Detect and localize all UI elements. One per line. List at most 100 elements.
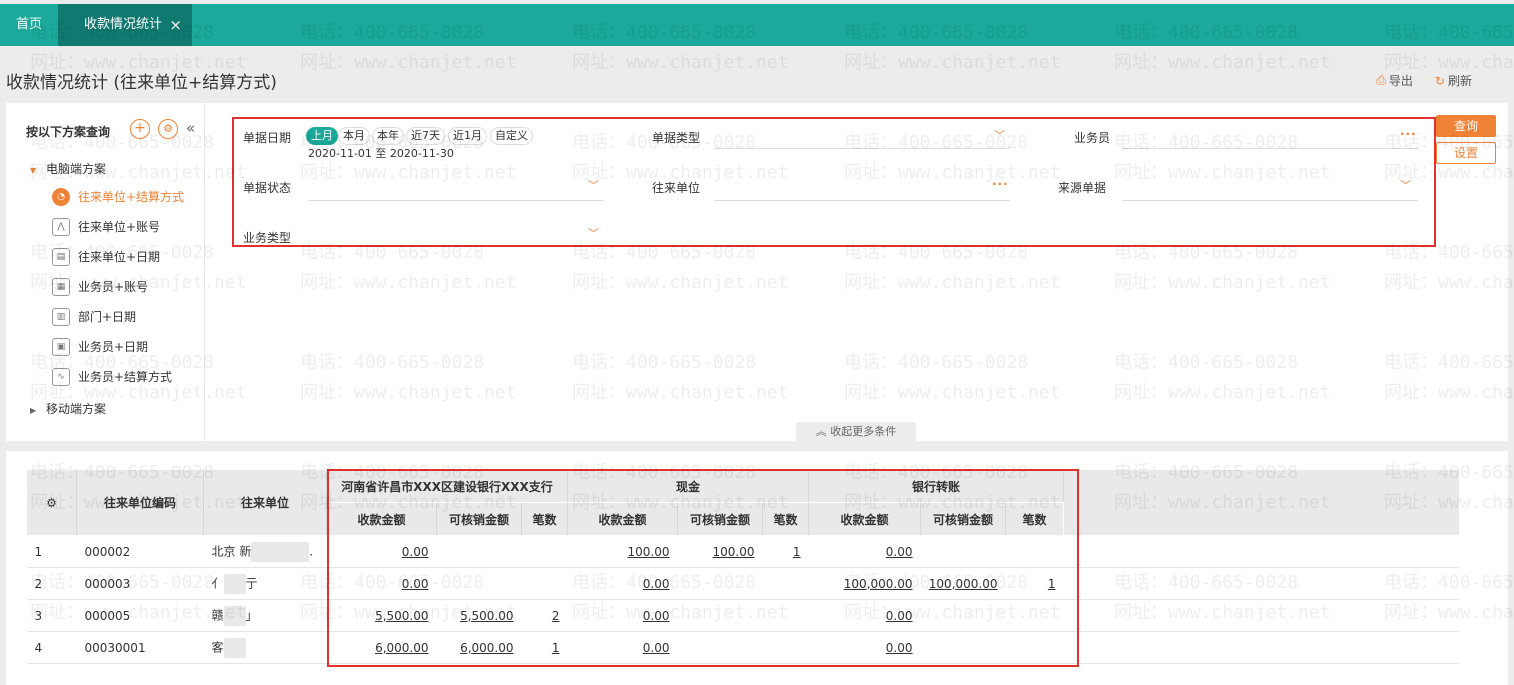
chip-this-month[interactable]: 本月 (338, 127, 370, 145)
value-link[interactable]: 2 (552, 609, 560, 623)
bar-chart-icon: ▥ (52, 308, 70, 326)
chevron-down-icon[interactable]: ﹀ (588, 177, 599, 193)
value-link[interactable]: 0.00 (643, 609, 670, 623)
value-cell: 1 (762, 535, 809, 568)
tree-group-mobile[interactable]: ▶ 移动端方案 (30, 400, 106, 417)
row-index: 2 (26, 567, 77, 600)
partner-name: 客 (211, 640, 224, 654)
header-code[interactable]: 往来单位编码 (76, 469, 204, 536)
doc-type-select[interactable] (714, 129, 1010, 149)
value-link[interactable]: 6,000.00 (460, 641, 513, 655)
export-button[interactable]: ⎙ 导出 (1376, 72, 1413, 89)
header-amount[interactable]: 收款金额 (567, 502, 678, 536)
scheme-settings-icon[interactable]: ⚙ (158, 119, 178, 139)
value-cell: 6,000.00 (436, 631, 522, 664)
partner-name-suffix: 亍 (245, 576, 258, 590)
tab-receipt-stats[interactable]: 收款情况统计 × (58, 4, 192, 46)
value-cell (920, 535, 1006, 568)
more-icon[interactable]: ··· (992, 177, 1009, 191)
table-row[interactable]: 4 00030001 客 6,000.00 6,000.00 1 0.00 0.00 (26, 631, 1459, 664)
scheme-item-salesperson-account[interactable]: ▦ 业务员+账号 (52, 276, 148, 298)
chip-last-1-month[interactable]: 近1月 (448, 127, 487, 145)
chip-custom[interactable]: 自定义 (490, 127, 533, 145)
doc-status-select[interactable] (308, 181, 604, 201)
partner-input[interactable] (714, 181, 1010, 201)
value-link[interactable]: 0.00 (402, 545, 429, 559)
value-link[interactable]: 0.00 (886, 641, 913, 655)
column-settings-header[interactable]: ⚙ (26, 469, 77, 536)
partner-name-cell: 赣」 (203, 599, 327, 632)
value-link[interactable]: 100,000.00 (844, 577, 913, 591)
header-count[interactable]: 笔数 (521, 502, 568, 536)
value-cell (762, 567, 809, 600)
scheme-item-salesperson-date[interactable]: ▣ 业务员+日期 (52, 336, 148, 358)
value-link[interactable]: 1 (793, 545, 801, 559)
value-link[interactable]: 1 (552, 641, 560, 655)
value-link[interactable]: 0.00 (886, 609, 913, 623)
value-link[interactable]: 100,000.00 (929, 577, 998, 591)
value-link[interactable]: 1 (1048, 577, 1056, 591)
query-button[interactable]: 查询 (1436, 115, 1496, 137)
chip-last-month[interactable]: 上月 (306, 127, 338, 145)
chevron-down-icon[interactable]: ﹀ (1400, 177, 1411, 193)
header-writeoff[interactable]: 可核销金额 (436, 502, 522, 536)
scheme-item-label: 业务员+结算方式 (78, 370, 173, 384)
refresh-button[interactable]: ↻ 刷新 (1435, 72, 1472, 89)
calendar-icon: ▤ (52, 248, 70, 266)
value-link[interactable]: 100.00 (628, 545, 670, 559)
header-count[interactable]: 笔数 (762, 502, 809, 536)
filler-cell (1063, 631, 1459, 664)
salesperson-input[interactable] (1122, 129, 1418, 149)
biz-type-label: 业务类型 (243, 231, 292, 245)
header-count[interactable]: 笔数 (1005, 502, 1064, 536)
header-group-cash: 现金 (567, 469, 809, 503)
more-icon[interactable]: ··· (1400, 127, 1417, 141)
value-cell: 1 (1005, 567, 1064, 600)
settings-button[interactable]: 设置 (1436, 142, 1496, 164)
chevron-down-icon[interactable]: ﹀ (994, 127, 1005, 143)
scheme-item-label: 部门+日期 (78, 310, 137, 324)
collapse-more-conditions[interactable]: ︽ 收起更多条件 (796, 422, 916, 441)
value-link[interactable]: 100.00 (713, 545, 755, 559)
header-name[interactable]: 往来单位 (203, 469, 327, 536)
close-icon[interactable]: × (169, 4, 182, 46)
result-table: ⚙ 往来单位编码 往来单位 河南省许昌市XXX区建设银行XXX支行 现金 银行转… (26, 469, 1459, 664)
scheme-item-partner-account[interactable]: ⋀ 往来单位+账号 (52, 216, 160, 238)
value-link[interactable]: 0.00 (886, 545, 913, 559)
value-link[interactable]: 0.00 (402, 577, 429, 591)
tab-home[interactable]: 首页 (0, 4, 58, 46)
watermark-site: 网址：www.chanjet.net (300, 52, 517, 73)
add-scheme-icon[interactable]: + (130, 119, 150, 139)
partner-code: 00030001 (76, 631, 204, 664)
refresh-label: 刷新 (1447, 74, 1472, 88)
value-link[interactable]: 0.00 (643, 641, 670, 655)
value-cell: 0.00 (808, 631, 921, 664)
scheme-item-dept-date[interactable]: ▥ 部门+日期 (52, 306, 136, 328)
scheme-item-partner-date[interactable]: ▤ 往来单位+日期 (52, 246, 160, 268)
header-amount[interactable]: 收款金额 (808, 502, 921, 536)
table-row[interactable]: 2 000003 亻亍 0.00 0.00 100,000.00 100,000.00 1 (26, 567, 1459, 600)
header-writeoff[interactable]: 可核销金额 (920, 502, 1006, 536)
value-link[interactable]: 6,000.00 (375, 641, 428, 655)
chip-this-year[interactable]: 本年 (372, 127, 404, 145)
gear-icon[interactable]: ⚙ (46, 496, 57, 510)
value-cell (436, 535, 522, 568)
table-row[interactable]: 1 000002 北京 新. 0.00 100.00 100.00 1 0.00 (26, 535, 1459, 568)
source-doc-select[interactable] (1122, 181, 1418, 201)
filter-panel: 按以下方案查询 + ⚙ « ▼ 电脑端方案 ◔ 往来单位+结算方式 ⋀ 往来单位+账号… (6, 103, 1508, 441)
scheme-item-partner-settlement[interactable]: ◔ 往来单位+结算方式 (52, 186, 184, 208)
value-link[interactable]: 0.00 (643, 577, 670, 591)
collapse-sidebar-icon[interactable]: « (186, 119, 195, 137)
filler-cell (1063, 567, 1459, 600)
chevron-down-icon[interactable]: ﹀ (588, 225, 599, 241)
scheme-item-salesperson-settlement[interactable]: ∿ 业务员+结算方式 (52, 366, 172, 388)
value-link[interactable]: 5,500.00 (375, 609, 428, 623)
value-cell: 0.00 (326, 567, 437, 600)
result-panel: ⚙ 往来单位编码 往来单位 河南省许昌市XXX区建设银行XXX支行 现金 银行转… (6, 451, 1508, 685)
tree-group-pc[interactable]: ▼ 电脑端方案 (30, 160, 106, 177)
table-row[interactable]: 3 000005 赣」 5,500.00 5,500.00 2 0.00 0.00 (26, 599, 1459, 632)
header-amount[interactable]: 收款金额 (326, 502, 437, 536)
value-link[interactable]: 5,500.00 (460, 609, 513, 623)
chip-last-7-days[interactable]: 近7天 (406, 127, 445, 145)
header-writeoff[interactable]: 可核销金额 (677, 502, 763, 536)
